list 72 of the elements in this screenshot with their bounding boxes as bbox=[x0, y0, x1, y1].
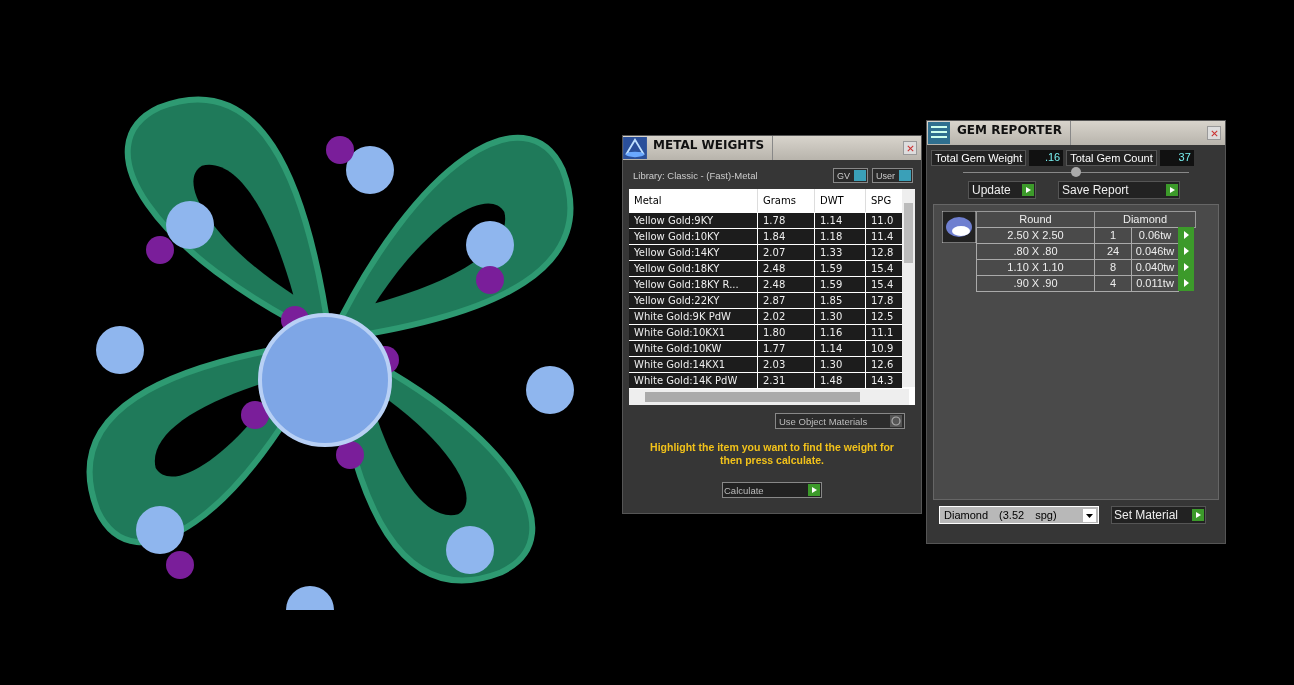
table-cell: 2.48 bbox=[758, 261, 815, 276]
table-cell: 2.02 bbox=[758, 309, 815, 324]
table-cell: 1.80 bbox=[758, 325, 815, 340]
horizontal-scrollbar[interactable] bbox=[629, 389, 909, 405]
table-cell: 1.85 bbox=[815, 293, 866, 308]
table-cell: 1.59 bbox=[815, 277, 866, 292]
radio-icon bbox=[890, 415, 902, 427]
table-cell: 2.87 bbox=[758, 293, 815, 308]
table-cell: White Gold:10KW bbox=[629, 341, 758, 356]
toolbar-button[interactable]: Update bbox=[968, 181, 1036, 199]
close-button[interactable] bbox=[1207, 126, 1221, 140]
table-cell: White Gold:9K PdW bbox=[629, 309, 758, 324]
table-cell: 1.77 bbox=[758, 341, 815, 356]
window-title: GEM REPORTER bbox=[955, 121, 1071, 145]
table-cell: White Gold:10KX1 bbox=[629, 325, 758, 340]
total-count-value: 37 bbox=[1159, 150, 1194, 166]
shape-heading: Round bbox=[976, 211, 1095, 228]
total-weight-label: Total Gem Weight bbox=[931, 150, 1027, 166]
table-cell: 1.78 bbox=[758, 213, 815, 228]
table-cell: White Gold:14K PdW bbox=[629, 373, 758, 388]
calculate-button[interactable]: Calculate bbox=[722, 482, 822, 498]
table-cell: 1.33 bbox=[815, 245, 866, 260]
table-cell: 1.18 bbox=[815, 229, 866, 244]
table-cell: 2.50 X 2.50 bbox=[976, 227, 1095, 244]
play-button[interactable] bbox=[1178, 275, 1194, 291]
toolbar-button[interactable]: Save Report bbox=[1058, 181, 1180, 199]
toggle-button[interactable]: GV bbox=[832, 168, 868, 183]
column-header[interactable]: Metal bbox=[629, 189, 758, 212]
table-cell: 1.48 bbox=[815, 373, 866, 388]
play-icon bbox=[808, 484, 820, 496]
close-icon bbox=[905, 143, 915, 153]
play-icon bbox=[1166, 184, 1178, 196]
collapse-handle[interactable] bbox=[1071, 167, 1081, 177]
table-cell: 2.31 bbox=[758, 373, 815, 388]
instruction-text: Highlight the item you want to find the weight for then press calculate. bbox=[649, 441, 895, 467]
table-cell: 1.84 bbox=[758, 229, 815, 244]
use-object-materials-button[interactable]: Use Object Materials bbox=[775, 413, 905, 429]
table-cell: Yellow Gold:18KY bbox=[629, 261, 758, 276]
close-icon bbox=[1209, 128, 1219, 138]
window-title: METAL WEIGHTS bbox=[651, 136, 774, 160]
table-cell: 2.03 bbox=[758, 357, 815, 372]
material-dropdown[interactable]: Diamond (3.52 spg) bbox=[939, 506, 1099, 524]
table-cell: Yellow Gold:18KY R... bbox=[629, 277, 758, 292]
table-cell: Yellow Gold:14KY bbox=[629, 245, 758, 260]
table-cell: 1.14 bbox=[815, 213, 866, 228]
table-cell: 2.48 bbox=[758, 277, 815, 292]
table-cell: Yellow Gold:9KY bbox=[629, 213, 758, 228]
play-button[interactable] bbox=[1178, 227, 1194, 243]
close-button[interactable] bbox=[903, 141, 917, 155]
play-icon bbox=[1192, 509, 1204, 521]
table-cell: .90 X .90 bbox=[976, 275, 1095, 292]
toggle-button[interactable]: User bbox=[872, 168, 913, 183]
set-material-button[interactable]: Set Material bbox=[1111, 506, 1206, 524]
table-cell: 1.59 bbox=[815, 261, 866, 276]
scale-icon bbox=[623, 137, 647, 159]
table-cell: 1.30 bbox=[815, 357, 866, 372]
play-icon bbox=[1022, 184, 1034, 196]
table-cell: Yellow Gold:22KY bbox=[629, 293, 758, 308]
vertical-scrollbar[interactable] bbox=[902, 189, 915, 387]
table-cell: Yellow Gold:10KY bbox=[629, 229, 758, 244]
table-cell: 1.16 bbox=[815, 325, 866, 340]
table-cell: 1.30 bbox=[815, 309, 866, 324]
table-cell: 1.14 bbox=[815, 341, 866, 356]
table-cell: White Gold:14KX1 bbox=[629, 357, 758, 372]
total-count-label: Total Gem Count bbox=[1066, 150, 1157, 166]
gem-icon bbox=[942, 211, 976, 243]
table-cell: 2.07 bbox=[758, 245, 815, 260]
column-header[interactable]: Grams bbox=[758, 189, 815, 212]
column-header[interactable]: DWT bbox=[815, 189, 866, 212]
report-icon bbox=[927, 122, 951, 144]
total-weight-value: .16 bbox=[1029, 150, 1064, 166]
library-label: Library: Classic - (Fast)-Metal bbox=[633, 170, 758, 181]
